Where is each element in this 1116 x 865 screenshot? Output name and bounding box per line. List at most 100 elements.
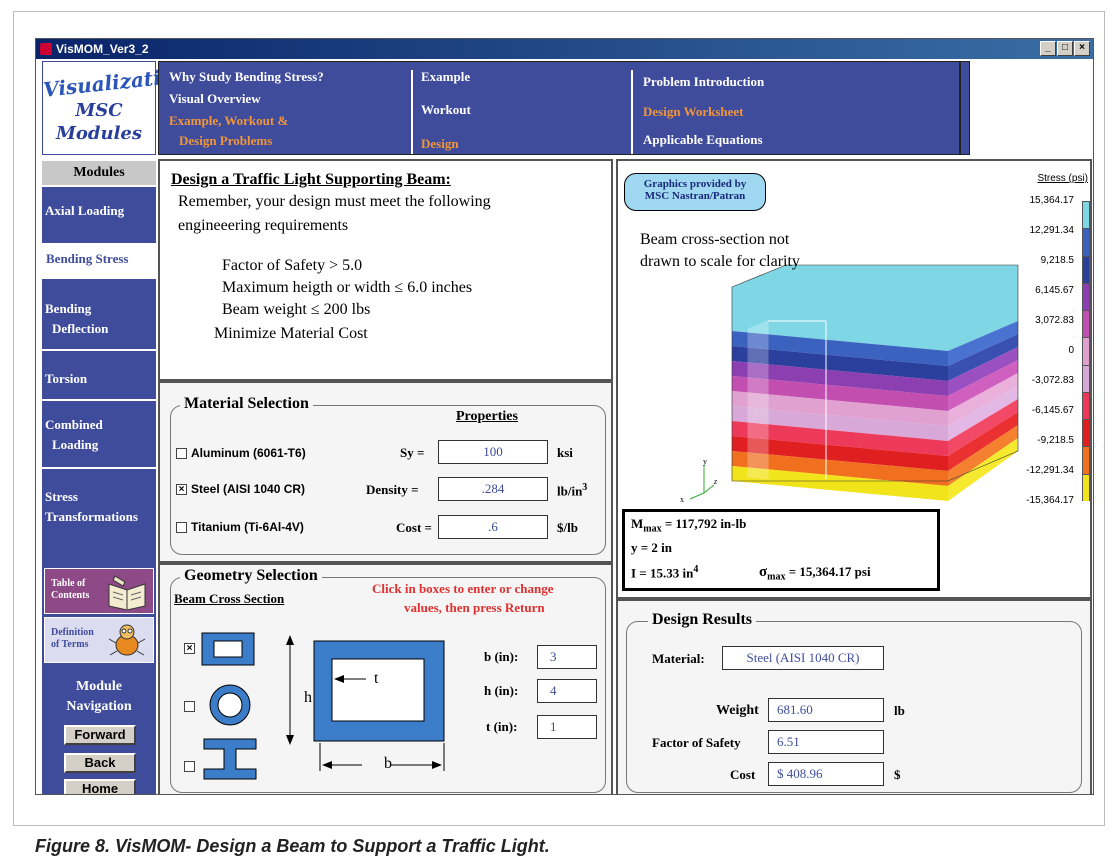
legend-color-swatch <box>1082 446 1090 474</box>
legend-tick-label: -15,364.17 <box>1026 495 1074 506</box>
minimize-button[interactable]: _ <box>1040 41 1056 56</box>
req-factor-of-safety: Factor of Safety > 5.0 <box>222 257 363 274</box>
nav-visual-overview[interactable]: Visual Overview <box>169 91 261 107</box>
material-selection-panel: Material Selection Properties Aluminum (… <box>158 381 613 563</box>
cost-label: Cost = <box>396 520 432 535</box>
result-weight-label: Weight <box>716 703 759 718</box>
table-of-contents-button[interactable]: Table of Contents <box>44 568 154 614</box>
design-intro1: Remember, your design must meet the foll… <box>178 193 491 210</box>
results-title: Design Results <box>648 611 757 629</box>
top-navigation: Why Study Bending Stress? Visual Overvie… <box>158 61 970 155</box>
logo-line1: Visualization <box>42 62 190 102</box>
material-title: Material Selection <box>180 395 313 413</box>
properties-header: Properties <box>456 409 518 424</box>
legend-tick-label: 12,291.34 <box>1029 225 1075 236</box>
nav-why-study[interactable]: Why Study Bending Stress? <box>169 69 324 85</box>
legend-tick-label: -9,218.5 <box>1037 435 1074 446</box>
checkbox-aluminum[interactable] <box>176 448 187 459</box>
material-steel[interactable]: Steel (AISI 1040 CR) <box>191 482 305 496</box>
req-beam-weight: Beam weight ≤ 200 lbs <box>222 301 371 318</box>
checkbox-steel[interactable]: × <box>176 484 187 495</box>
logo-line3: Modules <box>55 123 143 144</box>
dim-b-label: b (in): <box>484 649 519 664</box>
sidebar-item-stress[interactable]: Stress <box>45 487 78 507</box>
eq-sigma-max: σmax = 15,364.17 psi <box>759 564 871 583</box>
rect-tube-icon[interactable] <box>200 631 256 667</box>
result-weight-field: 681.60 <box>768 698 884 722</box>
material-aluminum[interactable]: Aluminum (6061-T6) <box>191 446 306 460</box>
density-label: Density = <box>366 482 419 497</box>
maximize-button[interactable]: □ <box>1057 41 1073 56</box>
sidebar-item-loading[interactable]: Loading <box>52 435 98 455</box>
cross-section-diagram <box>286 635 445 771</box>
nav-example[interactable]: Example <box>421 69 470 85</box>
modules-header: Modules <box>42 161 156 185</box>
sidebar-item-transformations[interactable]: Transformations <box>45 507 138 527</box>
checkbox-circular-tube[interactable] <box>184 701 195 712</box>
forward-button[interactable]: Forward <box>64 725 136 745</box>
sidebar-item-bending[interactable]: Bending <box>45 299 91 319</box>
checkbox-rect-tube[interactable]: × <box>184 643 195 654</box>
dim-h-label: h (in): <box>484 683 519 698</box>
legend-tick-label: 3,072.83 <box>1035 315 1074 326</box>
geometry-selection-panel: Geometry Selection Beam Cross Section Cl… <box>158 563 613 794</box>
material-titanium[interactable]: Titanium (Ti-6Al-4V) <box>191 520 304 534</box>
result-fos-field: 6.51 <box>768 730 884 754</box>
figure-caption: Figure 8. VisMOM- Design a Beam to Suppo… <box>35 836 550 856</box>
design-requirements-panel: Design a Traffic Light Supporting Beam: … <box>158 159 613 381</box>
nav-example-workout[interactable]: Example, Workout & <box>169 113 288 129</box>
sidebar-divider <box>42 349 156 351</box>
sidebar-item-deflection[interactable]: Deflection <box>52 319 108 339</box>
i-beam-icon[interactable] <box>202 737 258 781</box>
bug-icon <box>108 624 146 656</box>
dim-b-field[interactable]: 3 <box>537 645 597 669</box>
module-navigation-title: Module Navigation <box>42 677 156 717</box>
geometry-title: Geometry Selection <box>180 567 322 585</box>
stress-visualization-panel: Graphics provided by MSC Nastran/Patran … <box>616 159 1092 599</box>
sidebar-item-bending-stress[interactable]: Bending Stress <box>42 243 156 279</box>
legend-color-swatch <box>1082 337 1090 365</box>
home-button[interactable]: Home <box>64 779 136 794</box>
toc-line2: Contents <box>51 590 90 601</box>
legend-color-swatch <box>1082 419 1090 447</box>
scale-note-line1: Beam cross-section not <box>640 231 790 248</box>
nav-divider <box>411 70 413 154</box>
sidebar-item-torsion[interactable]: Torsion <box>45 369 87 389</box>
nav-design-worksheet[interactable]: Design Worksheet <box>643 104 744 120</box>
mnav-line1: Module <box>76 679 122 694</box>
stress-color-legend: 15,364.17 12,291.34 9,218.5 6,145.67 3,072.8… <box>996 191 1092 507</box>
dim-t-field[interactable]: 1 <box>537 715 597 739</box>
sy-field[interactable]: 100 <box>438 440 548 464</box>
checkbox-i-beam[interactable] <box>184 761 195 772</box>
nav-workout[interactable]: Workout <box>421 102 471 118</box>
logo-line2: MSC <box>75 100 123 121</box>
diagram-b-label: b <box>384 755 392 772</box>
title-bar: VisMOM_Ver3_2 _ □ × <box>36 39 1093 59</box>
circular-tube-icon[interactable] <box>208 683 252 727</box>
window-title: VisMOM_Ver3_2 <box>56 42 149 56</box>
nav-design[interactable]: Design <box>421 136 459 152</box>
cost-unit: $/lb <box>557 520 578 535</box>
density-unit: lb/in3 <box>557 482 588 499</box>
cost-field[interactable]: .6 <box>438 515 548 539</box>
definition-of-terms-button[interactable]: Definition of Terms <box>44 617 154 663</box>
back-button[interactable]: Back <box>64 753 136 773</box>
close-button[interactable]: × <box>1074 41 1090 56</box>
checkbox-titanium[interactable] <box>176 522 187 533</box>
book-icon <box>108 575 146 610</box>
axis-x-label: x <box>680 495 684 504</box>
sidebar-item-combined[interactable]: Combined <box>45 415 103 435</box>
density-field[interactable]: .284 <box>438 477 548 501</box>
legend-color-swatch <box>1082 391 1090 420</box>
sidebar-item-axial-loading[interactable]: Axial Loading <box>45 201 124 221</box>
dim-h-field[interactable]: 4 <box>537 679 597 703</box>
design-intro2: engineeering requirements <box>178 217 349 234</box>
beam-cross-section-label: Beam Cross Section <box>174 591 285 606</box>
eq-mmax: Mmax = 117,792 in-lb <box>631 516 747 535</box>
nav-problem-intro[interactable]: Problem Introduction <box>643 74 764 90</box>
nav-applicable-equations[interactable]: Applicable Equations <box>643 132 763 148</box>
nav-design-problems[interactable]: Design Problems <box>179 133 272 149</box>
legend-color-swatch <box>1082 364 1090 392</box>
legend-tick-label: -12,291.34 <box>1026 465 1074 476</box>
result-cost-field: $ 408.96 <box>768 762 884 786</box>
